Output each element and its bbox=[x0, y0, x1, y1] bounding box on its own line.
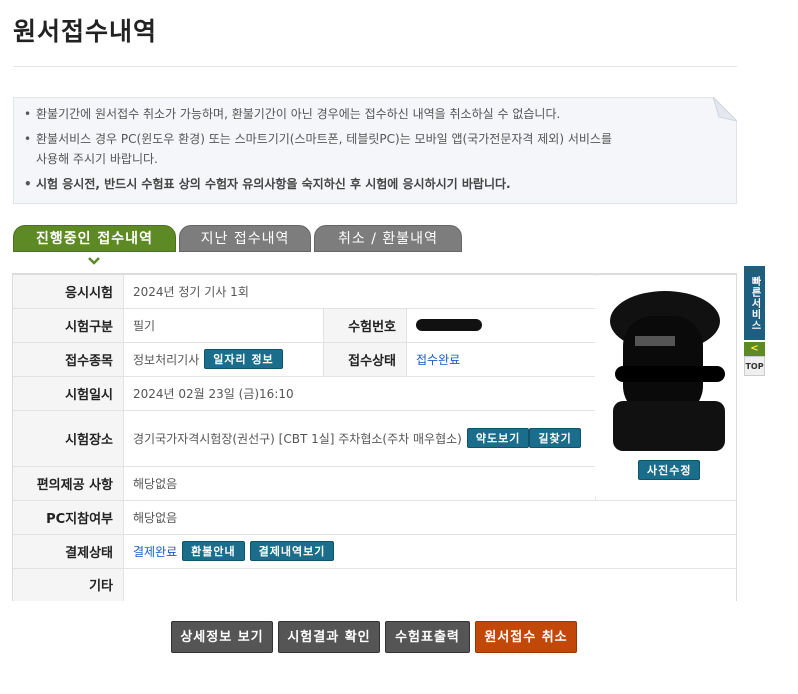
page-title: 원서접수내역 bbox=[13, 17, 158, 46]
row-divider bbox=[13, 342, 595, 343]
tab-past[interactable]: 지난 접수내역 bbox=[179, 225, 311, 252]
row-divider bbox=[13, 410, 595, 411]
label-status: 접수상태 bbox=[323, 342, 406, 376]
row-divider bbox=[13, 466, 595, 467]
chevron-down-icon bbox=[88, 257, 100, 265]
label-exam-type: 시험구분 bbox=[13, 308, 123, 342]
title-divider bbox=[13, 66, 737, 67]
applicant-photo bbox=[610, 291, 725, 451]
row-divider bbox=[13, 534, 736, 535]
status-link[interactable]: 접수완료 bbox=[416, 351, 460, 368]
column-divider bbox=[406, 308, 407, 376]
value-exam-type: 필기 bbox=[123, 308, 323, 342]
applicant-photo-area: 사진수정 bbox=[595, 276, 736, 497]
label-exam: 응시시험 bbox=[13, 275, 123, 308]
detail-info-button[interactable]: 상세정보 보기 bbox=[171, 621, 273, 653]
tab-cancel-refund[interactable]: 취소 / 환불내역 bbox=[314, 225, 462, 252]
column-divider bbox=[323, 308, 324, 376]
value-venue: 경기국가자격시험장(권선구) [CBT 1실] 주차협소(주차 매우협소) 약도… bbox=[123, 410, 595, 466]
value-exam-number bbox=[406, 308, 595, 342]
notice-item-refund-period: 환불기간에 원서접수 취소가 가능하며, 환불기간이 아닌 경우에는 접수하신 … bbox=[24, 104, 560, 124]
row-divider bbox=[13, 568, 736, 569]
exam-result-button[interactable]: 시험결과 확인 bbox=[278, 621, 380, 653]
category-text: 정보처리기사 bbox=[133, 352, 200, 367]
label-etc: 기타 bbox=[13, 568, 123, 601]
value-exam: 2024년 정기 기사 1회 bbox=[123, 275, 595, 308]
redacted-block bbox=[416, 319, 482, 331]
route-button[interactable]: 길찾기 bbox=[529, 428, 581, 448]
notice-item-refund-service-cont: 사용해 주시기 바랍니다. bbox=[24, 149, 158, 169]
quick-side-nav: 빠른서비스 < TOP bbox=[744, 266, 765, 378]
notice-item-refund-service: 환불서비스 경우 PC(윈도우 환경) 또는 스마트기기(스마트폰, 테블릿PC… bbox=[24, 129, 612, 149]
payment-history-button[interactable]: 결제내역보기 bbox=[249, 541, 335, 561]
refund-info-button[interactable]: 환불안내 bbox=[182, 541, 245, 561]
chevron-left-icon[interactable]: < bbox=[744, 342, 765, 356]
photo-edit-button[interactable]: 사진수정 bbox=[638, 460, 701, 480]
label-exam-date: 시험일시 bbox=[13, 376, 123, 410]
value-category: 정보처리기사 일자리 정보 bbox=[123, 342, 323, 376]
label-convenience: 편의제공 사항 bbox=[13, 466, 123, 500]
map-button[interactable]: 약도보기 bbox=[466, 428, 530, 448]
label-pc: PC지참여부 bbox=[13, 500, 123, 534]
row-divider bbox=[13, 500, 736, 501]
value-convenience: 해당없음 bbox=[123, 466, 595, 500]
value-payment: 결제완료 환불안내 결제내역보기 bbox=[123, 534, 736, 568]
payment-status-link[interactable]: 결제완료 bbox=[133, 543, 177, 560]
cancel-application-button[interactable]: 원서접수 취소 bbox=[475, 621, 577, 653]
label-category: 접수종목 bbox=[13, 342, 123, 376]
print-ticket-button[interactable]: 수험표출력 bbox=[385, 621, 470, 653]
value-exam-date: 2024년 02월 23일 (금)16:10 bbox=[123, 376, 595, 410]
label-exam-number: 수험번호 bbox=[323, 308, 406, 342]
page-fold-icon bbox=[713, 97, 737, 121]
column-divider bbox=[123, 275, 124, 601]
quick-service-link[interactable]: 빠른서비스 bbox=[744, 266, 765, 340]
value-status: 접수완료 bbox=[406, 342, 595, 376]
label-payment: 결제상태 bbox=[13, 534, 123, 568]
value-pc: 해당없음 bbox=[123, 500, 736, 534]
row-divider bbox=[13, 376, 595, 377]
row-divider bbox=[13, 308, 595, 309]
job-info-button[interactable]: 일자리 정보 bbox=[204, 349, 283, 369]
value-etc bbox=[123, 568, 736, 601]
notice-item-exam-caution: 시험 응시전, 반드시 수험표 상의 수험자 유의사항을 숙지하신 후 시험에 … bbox=[24, 174, 511, 194]
back-to-top-button[interactable]: TOP bbox=[744, 356, 765, 376]
tab-in-progress[interactable]: 진행중인 접수내역 bbox=[13, 225, 176, 252]
history-tabs: 진행중인 접수내역 지난 접수내역 취소 / 환불내역 bbox=[13, 225, 737, 252]
venue-text: 경기국가자격시험장(권선구) [CBT 1실] 주차협소(주차 매우협소) bbox=[133, 431, 462, 446]
notice-box: 환불기간에 원서접수 취소가 가능하며, 환불기간이 아닌 경우에는 접수하신 … bbox=[13, 97, 737, 204]
label-venue: 시험장소 bbox=[13, 410, 123, 466]
notice-continuation-text: 사용해 주시기 바랍니다. bbox=[36, 152, 158, 166]
